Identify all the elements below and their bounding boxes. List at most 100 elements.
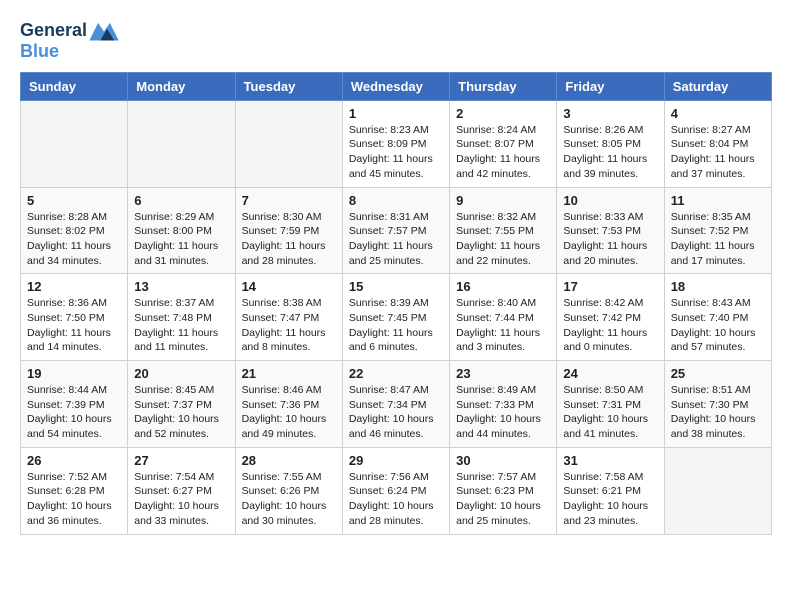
day-info: Sunrise: 8:27 AMSunset: 8:04 PMDaylight:… bbox=[671, 123, 765, 182]
calendar-cell: 19Sunrise: 8:44 AMSunset: 7:39 PMDayligh… bbox=[21, 361, 128, 448]
calendar-cell: 11 Sunrise: 8:35 AMSunset: 7:52 PMDayligh… bbox=[664, 187, 771, 274]
day-info: Sunrise: 8:46 AMSunset: 7:36 PMDaylight:… bbox=[242, 383, 336, 442]
day-info: Sunrise: 7:56 AMSunset: 6:24 PMDaylight:… bbox=[349, 470, 443, 529]
day-info: Sunrise: 8:43 AMSunset: 7:40 PMDaylight:… bbox=[671, 296, 765, 355]
day-number: 1 bbox=[349, 106, 443, 121]
logo: GeneralBlue bbox=[20, 20, 119, 62]
header: GeneralBlue bbox=[20, 20, 772, 62]
day-number: 11 bbox=[671, 193, 765, 208]
day-number: 3 bbox=[563, 106, 657, 121]
day-number: 17 bbox=[563, 279, 657, 294]
calendar: SundayMondayTuesdayWednesdayThursdayFrid… bbox=[20, 72, 772, 535]
calendar-week-5: 26 Sunrise: 7:52 AMSunset: 6:28 PMDayligh… bbox=[21, 447, 772, 534]
day-number: 19 bbox=[27, 366, 121, 381]
calendar-cell: 8 Sunrise: 8:31 AMSunset: 7:57 PMDaylight… bbox=[342, 187, 449, 274]
day-number: 5 bbox=[27, 193, 121, 208]
day-number: 27 bbox=[134, 453, 228, 468]
day-number: 20 bbox=[134, 366, 228, 381]
day-number: 13 bbox=[134, 279, 228, 294]
calendar-cell: 12 Sunrise: 8:36 AMSunset: 7:50 PMDayligh… bbox=[21, 274, 128, 361]
day-number: 9 bbox=[456, 193, 550, 208]
calendar-cell: 14Sunrise: 8:38 AMSunset: 7:47 PMDayligh… bbox=[235, 274, 342, 361]
day-number: 14 bbox=[242, 279, 336, 294]
day-info: Sunrise: 7:55 AMSunset: 6:26 PMDaylight:… bbox=[242, 470, 336, 529]
calendar-cell: 17 Sunrise: 8:42 AMSunset: 7:42 PMDayligh… bbox=[557, 274, 664, 361]
day-number: 15 bbox=[349, 279, 443, 294]
calendar-cell: 25 Sunrise: 8:51 AMSunset: 7:30 PMDayligh… bbox=[664, 361, 771, 448]
day-number: 29 bbox=[349, 453, 443, 468]
calendar-cell: 30Sunrise: 7:57 AMSunset: 6:23 PMDayligh… bbox=[450, 447, 557, 534]
calendar-cell: 2 Sunrise: 8:24 AMSunset: 8:07 PMDaylight… bbox=[450, 100, 557, 187]
day-info: Sunrise: 8:33 AMSunset: 7:53 PMDaylight:… bbox=[563, 210, 657, 269]
calendar-cell: 26 Sunrise: 7:52 AMSunset: 6:28 PMDayligh… bbox=[21, 447, 128, 534]
calendar-cell: 7 Sunrise: 8:30 AMSunset: 7:59 PMDaylight… bbox=[235, 187, 342, 274]
calendar-cell: 24Sunrise: 8:50 AMSunset: 7:31 PMDayligh… bbox=[557, 361, 664, 448]
day-info: Sunrise: 8:45 AMSunset: 7:37 PMDaylight:… bbox=[134, 383, 228, 442]
day-number: 26 bbox=[27, 453, 121, 468]
calendar-week-1: 1 Sunrise: 8:23 AMSunset: 8:09 PMDaylight… bbox=[21, 100, 772, 187]
day-info: Sunrise: 7:54 AMSunset: 6:27 PMDaylight:… bbox=[134, 470, 228, 529]
day-info: Sunrise: 8:35 AMSunset: 7:52 PMDaylight:… bbox=[671, 210, 765, 269]
day-info: Sunrise: 8:29 AMSunset: 8:00 PMDaylight:… bbox=[134, 210, 228, 269]
day-number: 28 bbox=[242, 453, 336, 468]
day-header-thursday: Thursday bbox=[450, 72, 557, 100]
day-info: Sunrise: 8:30 AMSunset: 7:59 PMDaylight:… bbox=[242, 210, 336, 269]
calendar-cell: 20 Sunrise: 8:45 AMSunset: 7:37 PMDayligh… bbox=[128, 361, 235, 448]
day-header-tuesday: Tuesday bbox=[235, 72, 342, 100]
calendar-week-4: 19Sunrise: 8:44 AMSunset: 7:39 PMDayligh… bbox=[21, 361, 772, 448]
calendar-cell: 5 Sunrise: 8:28 AMSunset: 8:02 PMDaylight… bbox=[21, 187, 128, 274]
day-header-saturday: Saturday bbox=[664, 72, 771, 100]
day-info: Sunrise: 8:28 AMSunset: 8:02 PMDaylight:… bbox=[27, 210, 121, 269]
day-info: Sunrise: 7:52 AMSunset: 6:28 PMDaylight:… bbox=[27, 470, 121, 529]
calendar-cell: 22 Sunrise: 8:47 AMSunset: 7:34 PMDayligh… bbox=[342, 361, 449, 448]
day-number: 2 bbox=[456, 106, 550, 121]
day-number: 24 bbox=[563, 366, 657, 381]
calendar-cell: 27 Sunrise: 7:54 AMSunset: 6:27 PMDayligh… bbox=[128, 447, 235, 534]
day-number: 16 bbox=[456, 279, 550, 294]
day-info: Sunrise: 8:23 AMSunset: 8:09 PMDaylight:… bbox=[349, 123, 443, 182]
day-number: 4 bbox=[671, 106, 765, 121]
day-header-sunday: Sunday bbox=[21, 72, 128, 100]
day-header-wednesday: Wednesday bbox=[342, 72, 449, 100]
calendar-cell: 16Sunrise: 8:40 AMSunset: 7:44 PMDayligh… bbox=[450, 274, 557, 361]
day-number: 8 bbox=[349, 193, 443, 208]
calendar-cell: 15Sunrise: 8:39 AMSunset: 7:45 PMDayligh… bbox=[342, 274, 449, 361]
day-number: 30 bbox=[456, 453, 550, 468]
day-info: Sunrise: 8:36 AMSunset: 7:50 PMDaylight:… bbox=[27, 296, 121, 355]
calendar-cell: 6 Sunrise: 8:29 AMSunset: 8:00 PMDaylight… bbox=[128, 187, 235, 274]
calendar-header-row: SundayMondayTuesdayWednesdayThursdayFrid… bbox=[21, 72, 772, 100]
day-info: Sunrise: 8:49 AMSunset: 7:33 PMDaylight:… bbox=[456, 383, 550, 442]
day-info: Sunrise: 8:26 AMSunset: 8:05 PMDaylight:… bbox=[563, 123, 657, 182]
day-number: 23 bbox=[456, 366, 550, 381]
calendar-week-3: 12 Sunrise: 8:36 AMSunset: 7:50 PMDayligh… bbox=[21, 274, 772, 361]
day-info: Sunrise: 8:42 AMSunset: 7:42 PMDaylight:… bbox=[563, 296, 657, 355]
day-number: 31 bbox=[563, 453, 657, 468]
day-header-monday: Monday bbox=[128, 72, 235, 100]
day-number: 6 bbox=[134, 193, 228, 208]
day-number: 7 bbox=[242, 193, 336, 208]
day-info: Sunrise: 8:32 AMSunset: 7:55 PMDaylight:… bbox=[456, 210, 550, 269]
calendar-cell: 31 Sunrise: 7:58 AMSunset: 6:21 PMDayligh… bbox=[557, 447, 664, 534]
logo-text: GeneralBlue bbox=[20, 20, 119, 62]
calendar-cell: 13Sunrise: 8:37 AMSunset: 7:48 PMDayligh… bbox=[128, 274, 235, 361]
calendar-cell bbox=[664, 447, 771, 534]
day-info: Sunrise: 8:51 AMSunset: 7:30 PMDaylight:… bbox=[671, 383, 765, 442]
day-info: Sunrise: 8:47 AMSunset: 7:34 PMDaylight:… bbox=[349, 383, 443, 442]
day-header-friday: Friday bbox=[557, 72, 664, 100]
calendar-cell: 1 Sunrise: 8:23 AMSunset: 8:09 PMDaylight… bbox=[342, 100, 449, 187]
day-number: 25 bbox=[671, 366, 765, 381]
day-number: 18 bbox=[671, 279, 765, 294]
calendar-cell: 4 Sunrise: 8:27 AMSunset: 8:04 PMDaylight… bbox=[664, 100, 771, 187]
day-number: 22 bbox=[349, 366, 443, 381]
calendar-cell bbox=[128, 100, 235, 187]
calendar-week-2: 5 Sunrise: 8:28 AMSunset: 8:02 PMDaylight… bbox=[21, 187, 772, 274]
day-number: 10 bbox=[563, 193, 657, 208]
day-info: Sunrise: 7:58 AMSunset: 6:21 PMDaylight:… bbox=[563, 470, 657, 529]
day-number: 12 bbox=[27, 279, 121, 294]
day-info: Sunrise: 8:31 AMSunset: 7:57 PMDaylight:… bbox=[349, 210, 443, 269]
calendar-cell: 21 Sunrise: 8:46 AMSunset: 7:36 PMDayligh… bbox=[235, 361, 342, 448]
calendar-cell: 28 Sunrise: 7:55 AMSunset: 6:26 PMDayligh… bbox=[235, 447, 342, 534]
day-number: 21 bbox=[242, 366, 336, 381]
day-info: Sunrise: 8:24 AMSunset: 8:07 PMDaylight:… bbox=[456, 123, 550, 182]
calendar-cell: 18 Sunrise: 8:43 AMSunset: 7:40 PMDayligh… bbox=[664, 274, 771, 361]
